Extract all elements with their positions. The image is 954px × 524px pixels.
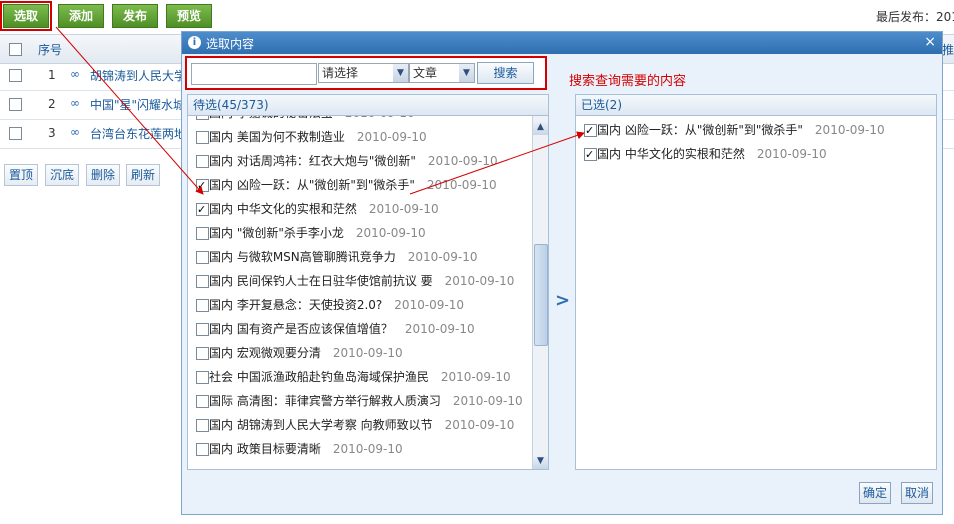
annotation-arrows	[55, 26, 585, 195]
arrow-item-to-selected	[409, 131, 585, 195]
arrow-select-to-item	[55, 26, 204, 195]
